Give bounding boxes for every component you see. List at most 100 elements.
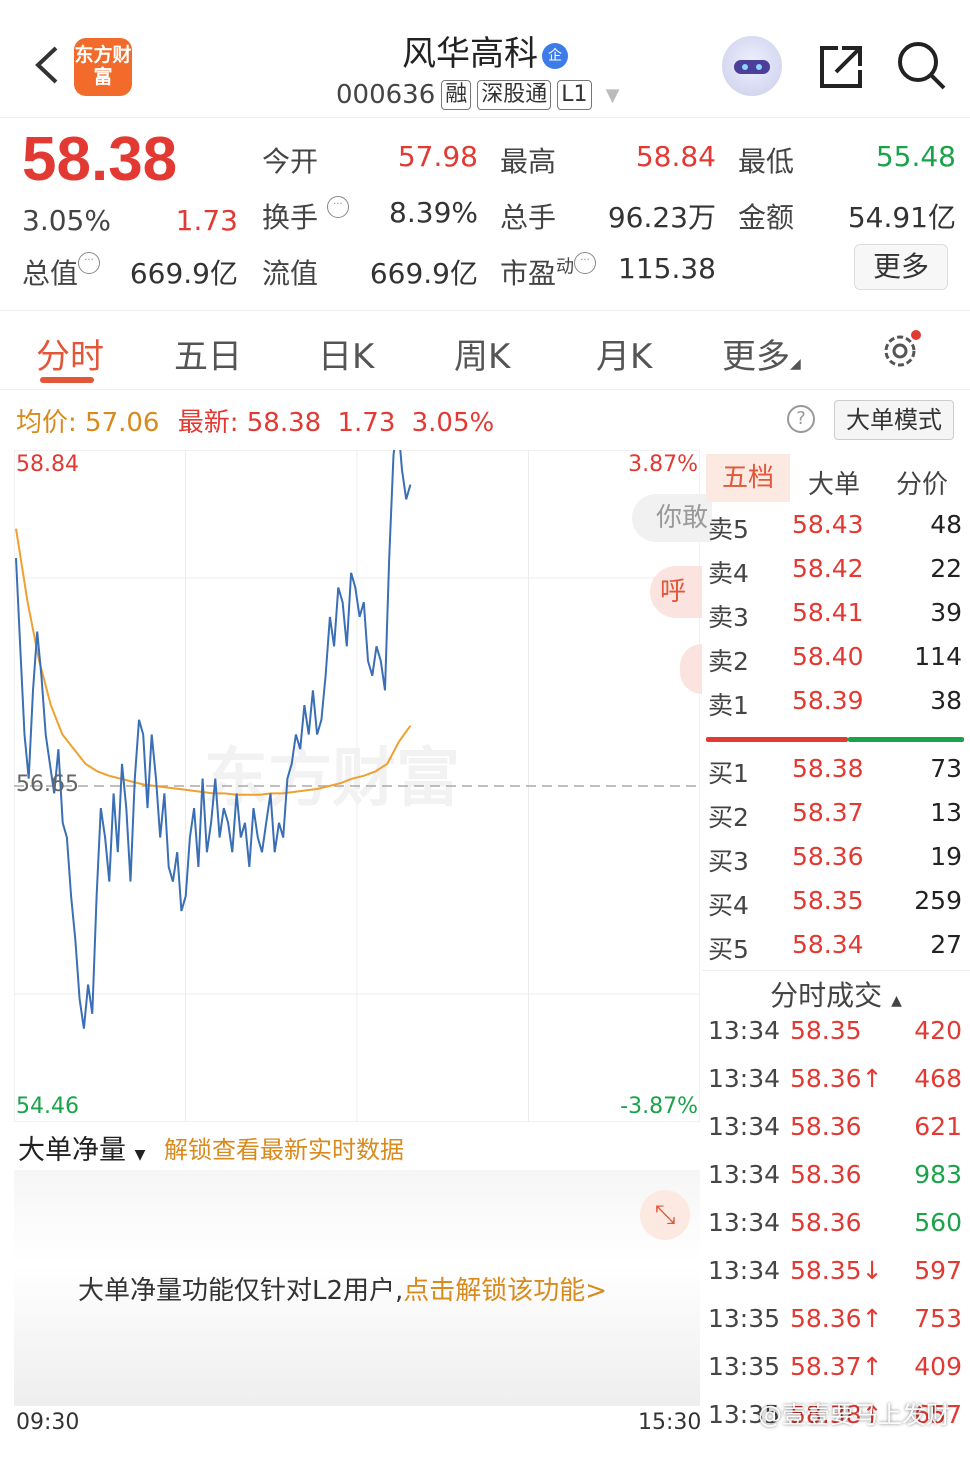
- level-volume: 22: [930, 554, 962, 583]
- share-icon[interactable]: [816, 42, 866, 92]
- level-label: 卖4: [708, 559, 749, 588]
- level-price: 58.43: [792, 510, 864, 539]
- level-price: 58.34: [792, 930, 864, 959]
- book-tab-price-dist[interactable]: 分价: [896, 464, 948, 501]
- trade-price: 58.36: [790, 1112, 862, 1141]
- open-label: 今开: [262, 145, 319, 178]
- trade-volume: 560: [914, 1208, 962, 1237]
- level-label: 卖2: [708, 647, 749, 676]
- trade-row: 13:35 58.37↑ 409: [702, 1352, 970, 1400]
- settings-gear-icon[interactable]: [878, 327, 924, 373]
- dropdown-caret-icon[interactable]: ▼: [606, 85, 620, 106]
- pct-top-label: 3.87%: [628, 452, 698, 477]
- trade-volume: 420: [914, 1016, 962, 1045]
- bid-row[interactable]: 买1 58.38 73: [702, 754, 970, 798]
- side-bubble-1[interactable]: 你敢: [632, 494, 712, 542]
- bid-row[interactable]: 买5 58.34 27: [702, 930, 970, 974]
- amount-value: 54.91亿: [847, 201, 956, 234]
- stock-code: 000636: [336, 80, 436, 110]
- ask-row[interactable]: 卖2 58.40 114: [702, 642, 970, 686]
- pe-label: 市盈动 ···: [500, 252, 597, 292]
- trade-time: 13:34: [708, 1016, 781, 1045]
- info-dots-icon: ···: [326, 196, 349, 218]
- tab-more[interactable]: 更多◢: [722, 329, 801, 378]
- level-price: 58.41: [792, 598, 864, 627]
- trade-volume: 409: [914, 1352, 962, 1381]
- trade-list-header[interactable]: 分时成交 ▲: [702, 974, 970, 1014]
- level-price: 58.37: [792, 798, 864, 827]
- change-pct: 3.05%: [22, 204, 111, 237]
- y-top-label: 58.84: [16, 452, 79, 477]
- trade-volume: 753: [914, 1304, 962, 1333]
- tab-five-day[interactable]: 五日: [174, 329, 242, 378]
- ask-row[interactable]: 卖4 58.42 22: [702, 554, 970, 598]
- book-tab-five-levels[interactable]: 五档: [706, 454, 790, 502]
- ask-row[interactable]: 卖1 58.39 38: [702, 686, 970, 730]
- level-label: 卖1: [708, 691, 749, 720]
- book-tabs: 五档 大单 分价: [702, 450, 970, 506]
- trade-time: 13:34: [708, 1160, 781, 1189]
- side-bubble-2[interactable]: 呼: [650, 566, 702, 618]
- float-value: 669.9亿: [369, 257, 478, 290]
- stock-name: 风华高科: [402, 34, 538, 74]
- level-volume: 259: [914, 886, 962, 915]
- y-bottom-label: 54.46: [16, 1094, 79, 1119]
- amount-label: 金额: [738, 201, 795, 234]
- level-price: 58.38: [792, 754, 864, 783]
- expand-icon[interactable]: ⤡: [640, 1190, 690, 1240]
- big-order-mode-button[interactable]: 大单模式: [834, 400, 954, 440]
- chart-watermark: 东方财富: [204, 742, 460, 816]
- bid-row[interactable]: 买2 58.37 13: [702, 798, 970, 842]
- level-volume: 19: [930, 842, 962, 871]
- level-volume: 27: [930, 930, 962, 959]
- level-label: 买3: [708, 847, 749, 876]
- trade-price: 58.37↑: [790, 1352, 883, 1381]
- active-tab-indicator: [40, 377, 94, 383]
- level-label: 卖5: [708, 515, 749, 544]
- search-icon[interactable]: [896, 40, 948, 92]
- level-volume: 48: [930, 510, 962, 539]
- tab-daily-k[interactable]: 日K: [318, 329, 374, 378]
- ask-row[interactable]: 卖3 58.41 39: [702, 598, 970, 642]
- tab-monthly-k[interactable]: 月K: [596, 329, 652, 378]
- bid-row[interactable]: 买3 58.36 19: [702, 842, 970, 886]
- robot-avatar-icon[interactable]: [722, 36, 782, 96]
- level-volume: 73: [930, 754, 962, 783]
- level-label: 买5: [708, 935, 749, 964]
- latest-label: 最新:: [177, 408, 239, 438]
- book-tab-big-orders[interactable]: 大单: [808, 464, 860, 501]
- help-icon[interactable]: ?: [787, 405, 815, 433]
- chart-tabs: 分时 五日 日K 周K 月K 更多◢: [0, 310, 970, 390]
- order-book: 五档 大单 分价 卖5 58.43 48 卖4 58.42 22 卖3 58.41 39 卖2 58…: [702, 450, 970, 1459]
- level-volume: 114: [914, 642, 962, 671]
- trade-price: 58.36: [790, 1160, 862, 1189]
- tab-intraday[interactable]: 分时: [36, 329, 104, 378]
- high-value: 58.84: [635, 140, 716, 173]
- level-price: 58.40: [792, 642, 864, 671]
- volume-label: 总手: [500, 201, 557, 234]
- level-price: 58.39: [792, 686, 864, 715]
- low-value: 55.48: [875, 140, 956, 173]
- intraday-chart[interactable]: 东方财富 58.84 56.65 54.46 3.87% -3.87% 你敢 呼: [13, 419, 712, 1123]
- unlock-link[interactable]: 解锁查看最新实时数据: [164, 1130, 404, 1165]
- high-label: 最高: [500, 145, 557, 178]
- trade-row: 13:34 58.36 621: [702, 1112, 970, 1160]
- more-quote-button[interactable]: 更多: [854, 244, 948, 290]
- level-label: 买4: [708, 891, 749, 920]
- watermark: @壹壹要马上发财: [758, 1401, 950, 1429]
- level-volume: 38: [930, 686, 962, 715]
- current-price: 58.38: [22, 125, 178, 194]
- trade-price: 58.36↑: [790, 1064, 883, 1093]
- open-value: 57.98: [397, 140, 478, 173]
- big-order-message: 大单净量功能仅针对L2用户,点击解锁该功能>: [78, 1276, 608, 1306]
- ask-row[interactable]: 卖5 58.43 48: [702, 510, 970, 554]
- mktcap-label: 总值 ···: [22, 252, 101, 292]
- trade-time: 13:34: [708, 1208, 781, 1237]
- x-end-label: 15:30: [638, 1410, 702, 1435]
- stock-code-line: 000636 融 深股通 L1 ▼: [336, 80, 619, 110]
- tab-weekly-k[interactable]: 周K: [454, 329, 510, 378]
- big-order-selector[interactable]: 大单净量 ▼: [18, 1128, 145, 1167]
- unlock-feature-link[interactable]: 点击解锁该功能>: [403, 1276, 607, 1306]
- trade-time: 13:34: [708, 1256, 781, 1285]
- bid-row[interactable]: 买4 58.35 259: [702, 886, 970, 930]
